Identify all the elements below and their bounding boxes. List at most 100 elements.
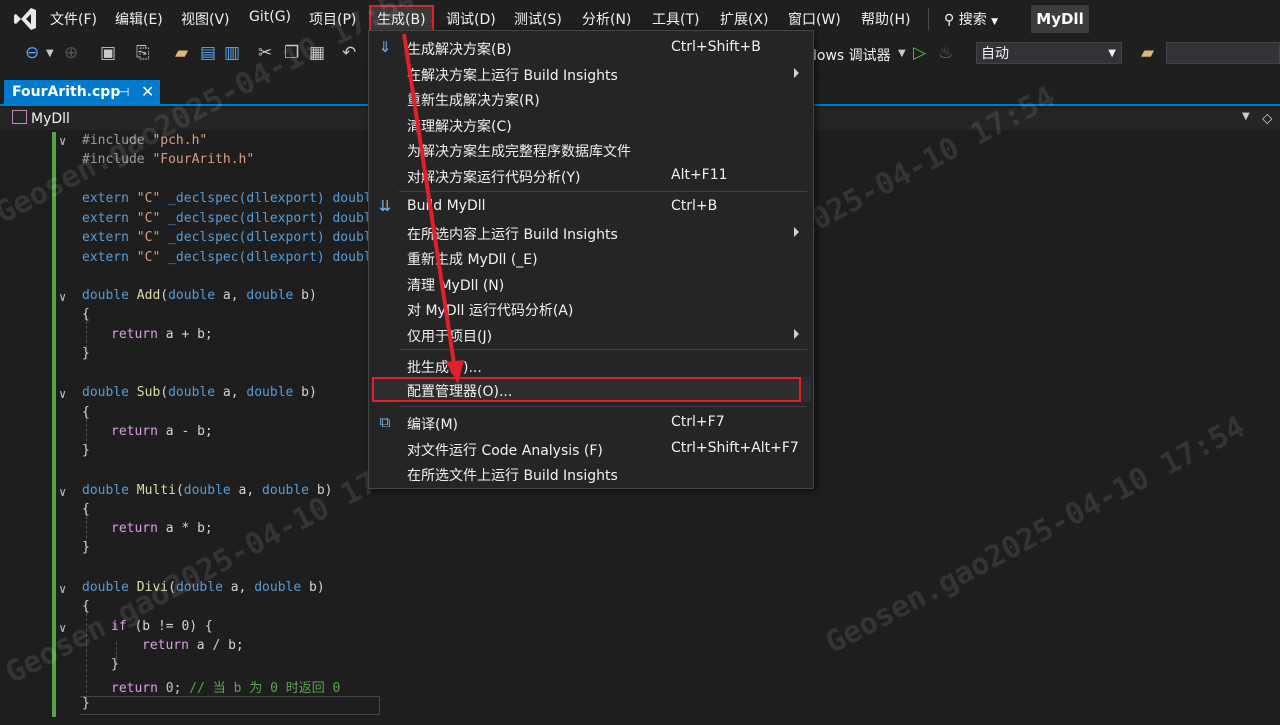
code-token: "C" xyxy=(136,250,161,265)
chevron-down-icon[interactable]: ▼ xyxy=(898,48,906,59)
save-all-icon[interactable]: ▥ xyxy=(224,43,240,63)
new-item-icon[interactable]: ⎘ xyxy=(136,43,150,63)
submenu-arrow-icon xyxy=(794,227,799,237)
menu-item-rebuild-project[interactable]: 重新生成 MyDll (_E) xyxy=(369,245,813,270)
save-icon[interactable]: ▤ xyxy=(200,43,216,63)
menu-item-analyze-project[interactable]: 对 MyDll 运行代码分析(A) xyxy=(369,296,813,321)
menu-analyze[interactable]: 分析(N) xyxy=(582,9,631,29)
menu-tools[interactable]: 工具(T) xyxy=(652,9,699,29)
code-token: double xyxy=(183,483,231,498)
menu-extensions[interactable]: 扩展(X) xyxy=(720,9,769,29)
current-line-highlight xyxy=(80,696,380,715)
solution-name[interactable]: MyDll xyxy=(1031,5,1089,33)
code-token: double xyxy=(168,288,216,303)
code-token: b) xyxy=(293,288,317,303)
menu-item-shortcut: Ctrl+Shift+Alt+F7 xyxy=(671,440,799,456)
project-name: MyDll xyxy=(31,111,70,127)
menu-item-code-analysis-file[interactable]: 对文件运行 Code Analysis (F) Ctrl+Shift+Alt+F… xyxy=(369,436,813,461)
menu-item-analyze-solution[interactable]: 对解决方案运行代码分析(Y) Alt+F11 xyxy=(369,163,813,188)
search-button[interactable]: ⚲ 搜索 ▼ xyxy=(944,9,998,29)
menu-item-label: 清理 MyDll (N) xyxy=(407,278,505,294)
menu-item-label: 对 MyDll 运行代码分析(A) xyxy=(407,303,574,319)
code-token: double xyxy=(82,385,129,400)
menu-item-clean-solution[interactable]: 清理解决方案(C) xyxy=(369,112,813,137)
open-folder-icon[interactable]: ▰ xyxy=(175,43,188,63)
code-line: { xyxy=(82,502,90,517)
code-line: double Sub(double a, double b) xyxy=(82,385,317,400)
menu-separator xyxy=(399,406,807,407)
code-token: a, xyxy=(215,288,247,303)
menu-window[interactable]: 窗口(W) xyxy=(788,9,841,29)
menu-debug[interactable]: 调试(D) xyxy=(446,9,496,29)
menu-test[interactable]: 测试(S) xyxy=(514,9,562,29)
code-token: double xyxy=(254,580,302,595)
settings-icon[interactable]: ⬦ xyxy=(1262,109,1273,127)
chevron-down-icon[interactable]: ▼ xyxy=(1242,111,1250,122)
cpu-count-select[interactable]: 自动 ▼ xyxy=(976,42,1122,64)
solution-explorer-icon[interactable]: ▣ xyxy=(100,43,116,63)
code-line: return a * b; xyxy=(111,521,213,536)
menu-item-label: 对解决方案运行代码分析(Y) xyxy=(407,170,581,186)
code-token: Sub xyxy=(136,385,161,400)
menu-view[interactable]: 视图(V) xyxy=(181,9,230,29)
code-token: a + b; xyxy=(165,327,213,342)
tab-fourarith-cpp[interactable]: FourArith.cpp ⊣ ✕ xyxy=(4,80,160,104)
menu-item-rebuild-solution[interactable]: 重新生成解决方案(R) xyxy=(369,86,813,111)
menu-item-build-insights-file[interactable]: 在所选文件上运行 Build Insights xyxy=(369,461,813,486)
code-token: a, xyxy=(222,580,255,595)
menu-item-generate-pdb[interactable]: 为解决方案生成完整程序数据库文件 xyxy=(369,137,813,162)
code-token: return xyxy=(111,424,166,439)
start-debug-icon[interactable]: ▷ xyxy=(913,43,926,63)
menu-item-label: 在所选文件上运行 Build Insights xyxy=(407,468,618,484)
menu-item-label: 在所选内容上运行 Build Insights xyxy=(407,227,618,243)
menu-git[interactable]: Git(G) xyxy=(249,9,291,25)
menu-file[interactable]: 文件(F) xyxy=(50,9,97,29)
menu-item-build-solution[interactable]: ⇓ 生成解决方案(B) Ctrl+Shift+B xyxy=(369,35,813,60)
menu-item-label: 在解决方案上运行 Build Insights xyxy=(407,68,618,84)
fold-icon[interactable]: ∨ xyxy=(59,134,66,148)
code-token: return xyxy=(111,521,166,536)
menu-edit[interactable]: 编辑(E) xyxy=(115,9,163,29)
menu-item-label: 清理解决方案(C) xyxy=(407,119,512,135)
menu-item-project-only[interactable]: 仅用于项目(J) xyxy=(369,322,813,347)
chevron-down-icon[interactable]: ▼ xyxy=(46,48,54,59)
menu-separator xyxy=(399,349,807,350)
menu-help[interactable]: 帮助(H) xyxy=(861,9,910,29)
code-line: double Add(double a, double b) xyxy=(82,288,317,303)
fold-icon[interactable]: ∨ xyxy=(59,387,66,401)
code-line: extern "C" _declspec(dllexport) double xyxy=(82,230,379,245)
back-icon[interactable]: ⊖ xyxy=(25,43,39,63)
debugger-selector[interactable]: dows 调试器 xyxy=(808,45,891,65)
menu-separator xyxy=(399,191,807,192)
menu-item-shortcut: Alt+F11 xyxy=(671,167,728,183)
code-token: "C" xyxy=(136,230,161,245)
project-selector[interactable]: MyDll xyxy=(12,110,70,127)
compile-icon: ⧉ xyxy=(379,413,391,431)
forward-icon[interactable]: ⊕ xyxy=(64,43,78,63)
fold-icon[interactable]: ∨ xyxy=(59,582,66,596)
code-token: double xyxy=(246,288,294,303)
project-icon xyxy=(12,110,27,124)
code-token: Multi xyxy=(136,483,176,498)
menu-item-compile[interactable]: ⧉ 编译(M) Ctrl+F7 xyxy=(369,410,813,435)
menu-item-build-insights-selection[interactable]: 在所选内容上运行 Build Insights xyxy=(369,220,813,245)
pin-icon[interactable]: ⊣ xyxy=(119,80,129,104)
menu-item-clean-project[interactable]: 清理 MyDll (N) xyxy=(369,271,813,296)
code-token: extern xyxy=(82,191,137,206)
menu-item-build-insights-solution[interactable]: 在解决方案上运行 Build Insights xyxy=(369,61,813,86)
toolbar-input[interactable] xyxy=(1166,42,1280,64)
close-icon[interactable]: ✕ xyxy=(141,80,154,104)
fold-icon[interactable]: ∨ xyxy=(59,290,66,304)
code-line: extern "C" _declspec(dllexport) double xyxy=(82,211,379,226)
hot-reload-icon[interactable]: ♨ xyxy=(938,43,953,63)
folder-icon[interactable]: ▰ xyxy=(1141,43,1154,63)
visual-studio-logo-icon[interactable] xyxy=(12,6,38,32)
fold-icon[interactable]: ∨ xyxy=(59,485,66,499)
build-solution-icon: ⇓ xyxy=(378,38,392,56)
code-line: { xyxy=(82,307,90,322)
code-line: } xyxy=(111,657,119,672)
code-token: double xyxy=(262,483,310,498)
menu-item-build-project[interactable]: ⇊ Build MyDll Ctrl+B xyxy=(369,194,813,219)
menu-item-batch-build[interactable]: 批生成(T)... xyxy=(369,353,813,378)
code-token: a, xyxy=(215,385,247,400)
